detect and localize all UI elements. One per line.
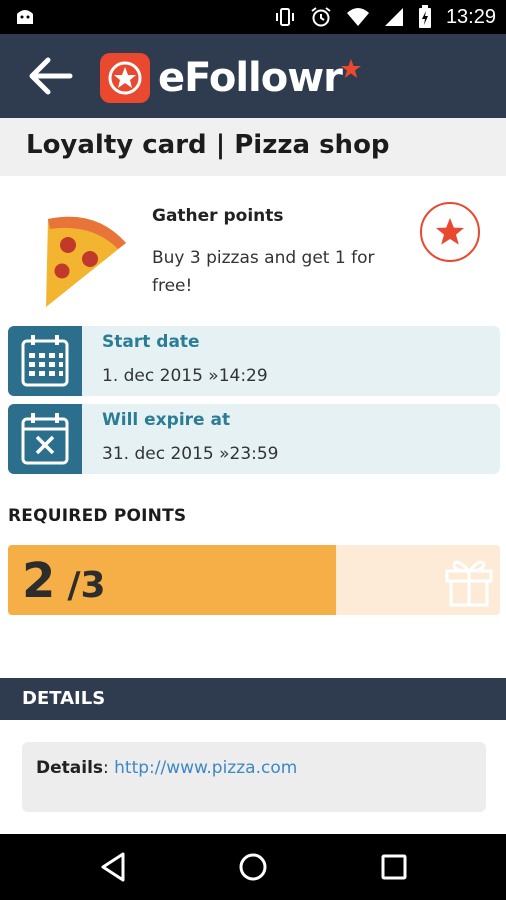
start-date-row: Start date 1. dec 2015 »14:29 bbox=[8, 326, 500, 396]
required-points-label: REQUIRED POINTS bbox=[8, 506, 187, 526]
status-time: 13:29 bbox=[445, 5, 496, 28]
details-key: Details bbox=[36, 758, 104, 778]
favorite-button[interactable] bbox=[420, 202, 480, 262]
points-total: /3 bbox=[67, 565, 106, 606]
logo-star-icon bbox=[108, 61, 142, 95]
page-title: Loyalty card | Pizza shop bbox=[26, 130, 390, 160]
logo-text: eFollowr bbox=[158, 55, 343, 101]
vibrate-icon bbox=[275, 8, 294, 26]
back-arrow-icon[interactable] bbox=[28, 56, 74, 96]
logo-accent-star-icon bbox=[340, 59, 361, 78]
navigation-bar bbox=[0, 834, 506, 900]
calendar-icon bbox=[21, 335, 69, 387]
calendar-cancel-icon bbox=[21, 413, 69, 465]
offer-title: Gather points bbox=[152, 206, 284, 226]
details-link[interactable]: http://www.pizza.com bbox=[114, 758, 297, 778]
details-header-label: DETAILS bbox=[22, 688, 106, 709]
alarm-icon bbox=[311, 7, 331, 27]
battery-charging-icon bbox=[418, 5, 431, 28]
signal-icon bbox=[384, 8, 403, 26]
gift-icon bbox=[445, 560, 493, 607]
app-bar: eFollowr bbox=[0, 34, 506, 118]
start-date-label: Start date bbox=[102, 332, 200, 352]
expire-date-value: 31. dec 2015 »23:59 bbox=[102, 444, 279, 464]
details-separator: : bbox=[103, 758, 115, 778]
details-card: Details: http://www.pizza.com bbox=[22, 742, 486, 812]
start-date-icon-box bbox=[8, 326, 82, 396]
status-icons: 13:29 bbox=[274, 0, 496, 34]
expire-date-label: Will expire at bbox=[102, 410, 231, 430]
logo-badge bbox=[100, 53, 150, 103]
app-logo: eFollowr bbox=[100, 52, 362, 104]
pizza-slice-icon bbox=[46, 216, 126, 307]
status-bar: 13:29 bbox=[0, 0, 506, 34]
back-triangle-icon[interactable] bbox=[97, 850, 131, 884]
expire-date-icon-box bbox=[8, 404, 82, 474]
title-bar: Loyalty card | Pizza shop bbox=[0, 118, 506, 176]
home-circle-icon[interactable] bbox=[236, 850, 270, 884]
details-header: DETAILS bbox=[0, 678, 506, 720]
offer-description: Buy 3 pizzas and get 1 for free! bbox=[152, 248, 375, 296]
details-text: Details: http://www.pizza.com bbox=[36, 758, 297, 778]
start-date-value: 1. dec 2015 »14:29 bbox=[102, 366, 268, 386]
star-icon bbox=[436, 218, 464, 245]
expire-date-row: Will expire at 31. dec 2015 »23:59 bbox=[8, 404, 500, 474]
points-progress-bar: 2/3 bbox=[8, 545, 500, 615]
wifi-icon bbox=[346, 8, 369, 26]
points-count: 2/3 bbox=[22, 553, 106, 609]
recents-square-icon[interactable] bbox=[377, 850, 411, 884]
points-current: 2 bbox=[22, 553, 56, 609]
android-icon bbox=[17, 10, 33, 24]
